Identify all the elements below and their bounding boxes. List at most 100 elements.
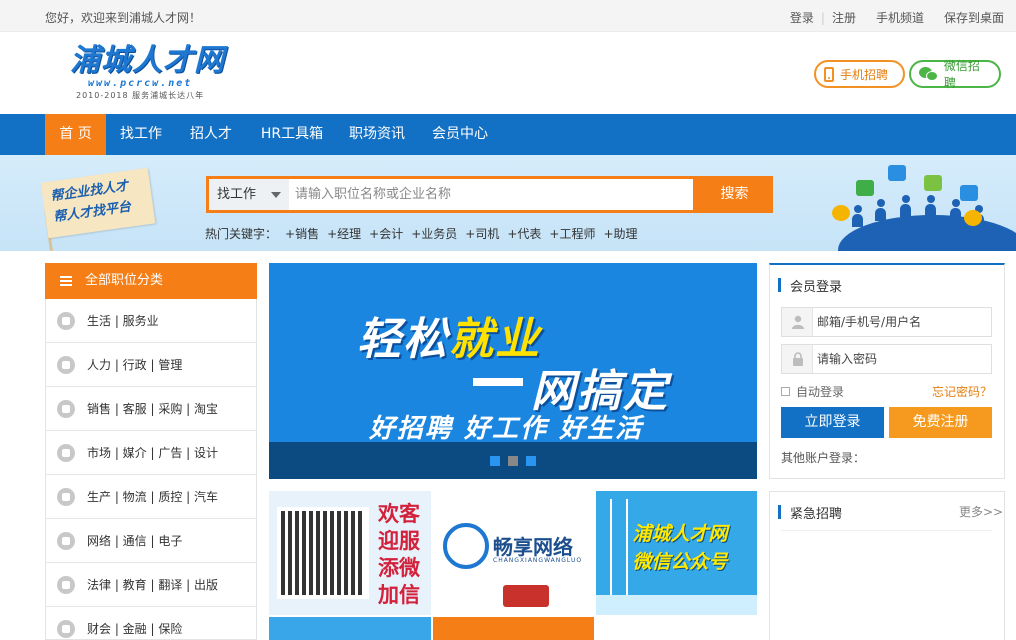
category-item[interactable]: 销售 | 客服 | 采购 | 淘宝 xyxy=(45,387,257,431)
category-item[interactable]: 法律 | 教育 | 翻译 | 出版 xyxy=(45,563,257,607)
login-button[interactable]: 立即登录 xyxy=(781,407,884,438)
remember-checkbox[interactable] xyxy=(781,387,790,396)
search-banner: 帮企业找人才 帮人才找平台 找工作 搜索 热门关键字： +销售 +经理 +会计 … xyxy=(0,155,1016,251)
other-login-label: 其他账户登录： xyxy=(781,451,866,465)
hot-keyword[interactable]: +经理 xyxy=(327,225,361,242)
slide-dash xyxy=(473,378,523,386)
category-item[interactable]: 市场 | 媒介 | 广告 | 设计 xyxy=(45,431,257,475)
ad-line-2: 微信公众号 xyxy=(632,551,728,573)
ad-company-name: 畅享网络 xyxy=(493,535,573,559)
hot-keyword[interactable]: +销售 xyxy=(285,225,319,242)
slider-dot[interactable] xyxy=(526,456,536,466)
welcome-text: 您好，欢迎来到浦城人才网！ xyxy=(45,11,202,25)
wechat-recruit-label: 微信招聘 xyxy=(943,59,980,90)
login-title: 会员登录 xyxy=(777,276,842,295)
hot-keywords: 热门关键字： +销售 +经理 +会计 +业务员 +司机 +代表 +工程师 +助理 xyxy=(205,225,638,242)
ad-banner-partial[interactable] xyxy=(269,617,431,640)
hot-keyword[interactable]: +助理 xyxy=(603,225,637,242)
mobile-channel-link[interactable]: 手机频道 xyxy=(876,9,924,26)
hot-keyword[interactable]: +会计 xyxy=(369,225,403,242)
main-nav: 首 页 找工作 招人才 HR工具箱 职场资讯 会员中心 xyxy=(0,114,1016,155)
username-field[interactable] xyxy=(781,307,992,337)
logo-title: 浦城人才网 xyxy=(70,43,225,78)
ad-changxiang[interactable]: 畅享网络 CHANGXIANGWANGLUO xyxy=(433,491,594,615)
law-education-icon xyxy=(57,576,75,594)
bulb-icon xyxy=(832,205,850,221)
top-login-link[interactable]: 登录 xyxy=(790,9,814,26)
changxiang-logo xyxy=(443,523,489,569)
hot-keyword[interactable]: +工程师 xyxy=(549,225,595,242)
more-link[interactable]: 更多>> xyxy=(959,503,1003,520)
category-label: 生产 | 物流 | 质控 | 汽车 xyxy=(87,490,219,504)
password-input[interactable] xyxy=(817,345,989,373)
ad-official-account[interactable]: 浦城人才网 微信公众号 xyxy=(596,491,757,615)
slider-dot-active[interactable] xyxy=(508,456,518,466)
search-button[interactable]: 搜索 xyxy=(696,176,773,213)
category-item[interactable]: 生产 | 物流 | 质控 | 汽车 xyxy=(45,475,257,519)
category-item[interactable]: 网络 | 通信 | 电子 xyxy=(45,519,257,563)
production-icon xyxy=(57,488,75,506)
qr-code-image xyxy=(277,507,369,599)
menu-icon xyxy=(60,276,72,286)
ad-text: 欢客迎服添微加信 xyxy=(378,502,420,607)
category-label: 生活 | 服务业 xyxy=(87,314,159,328)
top-register-link[interactable]: 注册 xyxy=(832,9,856,26)
ad-wechat-service[interactable]: 欢客迎服添微加信 xyxy=(269,491,431,615)
slide-tagline: 好招聘 好工作 好生活 xyxy=(369,414,644,444)
top-links: 登录 | 注册 手机频道 保存到桌面 xyxy=(790,9,1004,26)
divider xyxy=(781,530,992,531)
ground-image xyxy=(596,595,757,615)
nav-home[interactable]: 首 页 xyxy=(45,114,106,155)
remember-label: 自动登录 xyxy=(796,385,845,399)
category-label: 财会 | 金融 | 保险 xyxy=(87,622,183,636)
password-field[interactable] xyxy=(781,344,992,374)
category-item[interactable]: 人力 | 行政 | 管理 xyxy=(45,343,257,387)
slogan-flag: 帮企业找人才 帮人才找平台 xyxy=(40,167,156,239)
phone-icon xyxy=(824,66,834,82)
user-icon xyxy=(792,315,804,329)
nav-career-news[interactable]: 职场资讯 xyxy=(341,114,413,155)
marketing-icon xyxy=(57,444,75,462)
category-item[interactable]: 财会 | 金融 | 保险 xyxy=(45,607,257,640)
person-icon xyxy=(925,195,936,217)
life-service-icon xyxy=(57,312,75,330)
search-type-value: 找工作 xyxy=(217,187,257,202)
hot-keyword[interactable]: +业务员 xyxy=(411,225,457,242)
hot-keyword[interactable]: +代表 xyxy=(507,225,541,242)
forgot-password-link[interactable]: 忘记密码？ xyxy=(932,383,992,400)
chat-bubble-icon xyxy=(856,180,874,196)
hot-keywords-label: 热门关键字： xyxy=(205,227,278,241)
category-item[interactable]: 生活 | 服务业 xyxy=(45,299,257,343)
divider: | xyxy=(820,10,825,25)
remember-me[interactable]: 自动登录 xyxy=(781,383,844,400)
site-logo[interactable]: 浦城人才网 www.pcrcw.net 2010-2018 服务浦城长达八年 xyxy=(70,44,260,104)
wechat-recruit-button[interactable]: 微信招聘 xyxy=(909,59,1001,90)
category-label: 法律 | 教育 | 翻译 | 出版 xyxy=(87,578,219,592)
save-desktop-link[interactable]: 保存到桌面 xyxy=(944,9,1004,26)
nav-find-job[interactable]: 找工作 xyxy=(111,114,171,155)
hot-keyword[interactable]: +司机 xyxy=(465,225,499,242)
header: 浦城人才网 www.pcrcw.net 2010-2018 服务浦城长达八年 手… xyxy=(0,32,1016,114)
search-type-select[interactable]: 找工作 xyxy=(209,179,289,210)
username-input[interactable] xyxy=(817,308,989,336)
category-title: 全部职位分类 xyxy=(85,273,164,288)
nav-member-center[interactable]: 会员中心 xyxy=(424,114,496,155)
chevron-down-icon xyxy=(271,192,281,198)
globe-illustration xyxy=(838,215,1016,251)
nav-hr-tools[interactable]: HR工具箱 xyxy=(254,114,330,155)
mobile-recruit-button[interactable]: 手机招聘 xyxy=(814,60,905,88)
register-button[interactable]: 免费注册 xyxy=(889,407,992,438)
top-bar: 您好，欢迎来到浦城人才网！ 登录 | 注册 手机频道 保存到桌面 xyxy=(0,0,1016,32)
search-box: 找工作 搜索 xyxy=(206,176,773,213)
person-icon xyxy=(900,195,911,217)
ad-banner-partial[interactable] xyxy=(433,617,594,640)
urgent-title: 紧急招聘 xyxy=(777,503,842,522)
person-icon xyxy=(950,199,961,221)
search-input[interactable] xyxy=(289,179,693,210)
network-icon xyxy=(57,532,75,550)
category-header: 全部职位分类 xyxy=(45,263,257,299)
slider-dot[interactable] xyxy=(490,456,500,466)
stamp-image xyxy=(503,585,549,607)
nav-recruit[interactable]: 招人才 xyxy=(181,114,241,155)
bulb-icon xyxy=(964,210,982,226)
